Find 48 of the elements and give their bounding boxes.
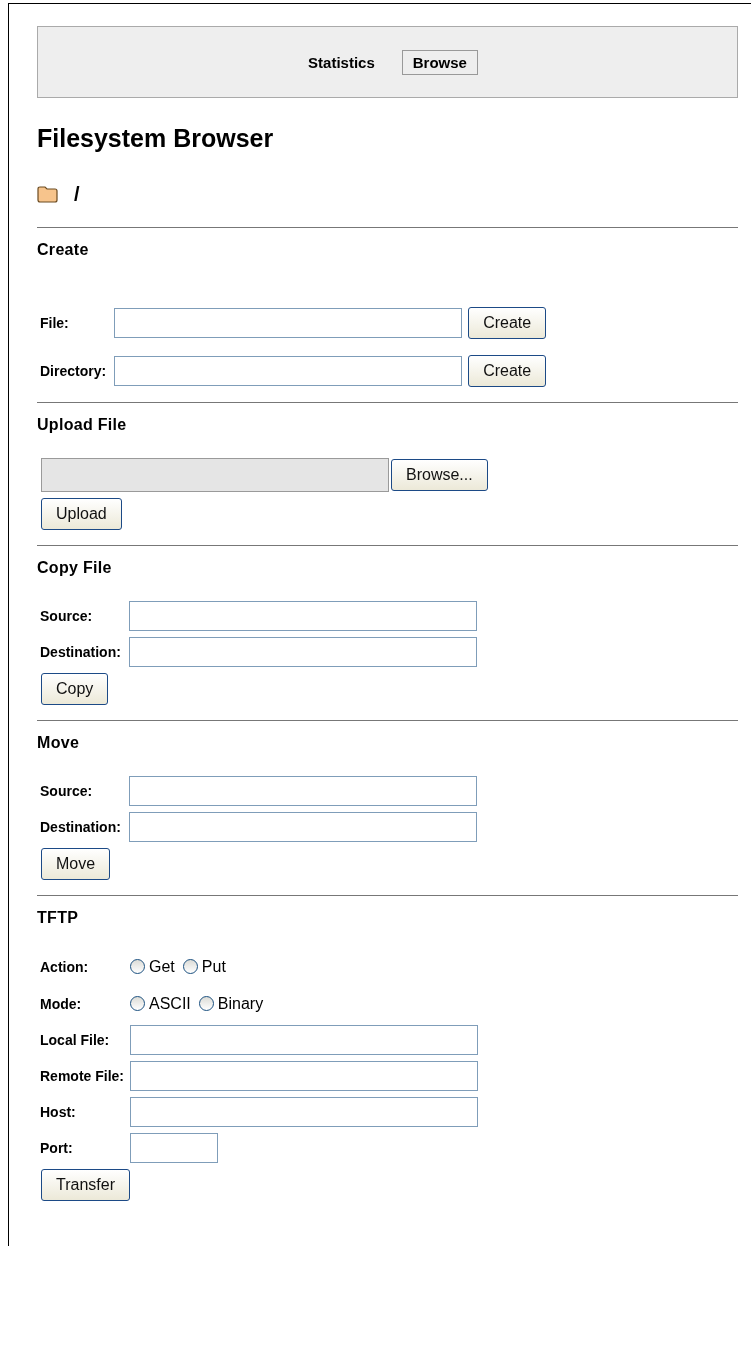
nav-link[interactable]: Browse bbox=[401, 49, 478, 75]
current-path: / bbox=[74, 182, 80, 206]
section-heading: Move bbox=[37, 734, 81, 753]
option-label: Put bbox=[201, 957, 226, 976]
submit-button[interactable]: Upload bbox=[41, 498, 122, 530]
input-field[interactable] bbox=[130, 1097, 478, 1127]
page-title: Filesystem Browser bbox=[37, 124, 275, 153]
field-label: Directory: bbox=[40, 363, 108, 379]
submit-button[interactable]: Copy bbox=[41, 673, 109, 705]
option-label: ASCII bbox=[149, 994, 191, 1013]
section-heading: Copy File bbox=[37, 559, 113, 578]
field-label: Source: bbox=[40, 783, 94, 799]
field-label: Port: bbox=[40, 1140, 74, 1156]
input-field[interactable] bbox=[128, 601, 477, 631]
radio-button[interactable] bbox=[130, 996, 145, 1011]
radio-button[interactable] bbox=[130, 959, 145, 974]
option-label: Binary bbox=[217, 994, 264, 1013]
section-heading: Create bbox=[37, 241, 90, 260]
input-field[interactable] bbox=[130, 1133, 218, 1163]
input-field[interactable] bbox=[130, 1025, 478, 1055]
nav-link[interactable]: Statistics bbox=[297, 49, 386, 75]
field-label: Host: bbox=[40, 1104, 77, 1120]
section-heading: Upload File bbox=[37, 416, 128, 435]
field-label: File: bbox=[40, 315, 70, 331]
radio-button[interactable] bbox=[182, 959, 198, 974]
input-field[interactable] bbox=[128, 637, 477, 667]
field-label: Action: bbox=[40, 958, 90, 975]
field-label: Source: bbox=[40, 608, 94, 624]
file-path-field[interactable] bbox=[41, 458, 389, 492]
input-field[interactable] bbox=[128, 812, 477, 842]
submit-button[interactable]: Move bbox=[41, 848, 111, 880]
input-field[interactable] bbox=[130, 1061, 478, 1091]
section-heading: TFTP bbox=[37, 909, 80, 928]
folder-icon bbox=[37, 185, 58, 203]
field-label: Mode: bbox=[40, 995, 83, 1012]
option-label: Get bbox=[149, 957, 175, 976]
field-label: Destination: bbox=[40, 644, 122, 660]
input-field[interactable] bbox=[128, 776, 477, 806]
radio-button[interactable] bbox=[198, 996, 214, 1011]
input-field[interactable] bbox=[114, 308, 463, 338]
field-label: Destination: bbox=[40, 819, 122, 835]
field-label: Local File: bbox=[40, 1032, 111, 1048]
create-button[interactable]: Create bbox=[468, 307, 547, 339]
submit-button[interactable]: Transfer bbox=[41, 1169, 130, 1201]
field-label: Remote File: bbox=[40, 1068, 124, 1084]
create-button[interactable]: Create bbox=[468, 355, 547, 387]
browse-button[interactable]: Browse... bbox=[391, 459, 488, 491]
input-field[interactable] bbox=[114, 356, 463, 386]
